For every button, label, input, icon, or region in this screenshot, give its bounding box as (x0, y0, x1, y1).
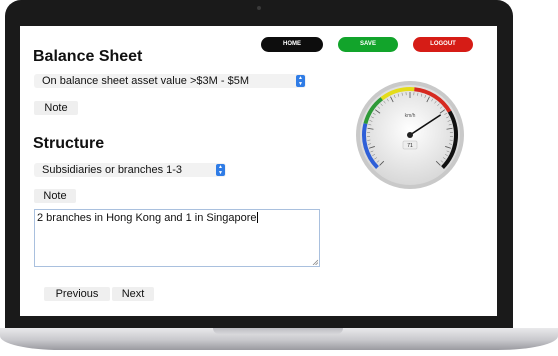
balance-sheet-title: Balance Sheet (33, 48, 143, 65)
structure-title: Structure (33, 135, 105, 152)
select-arrows-icon: ▲ ▼ (296, 75, 305, 87)
gauge-hub (407, 132, 413, 138)
logout-button[interactable]: LOGOUT (413, 37, 473, 52)
balance-sheet-select-value: On balance sheet asset value >$3M - $5M (42, 75, 249, 87)
app-screen: HOME SAVE LOGOUT Balance Sheet On balanc… (20, 26, 497, 316)
home-button[interactable]: HOME (261, 37, 323, 52)
laptop-notch (213, 328, 343, 334)
resize-grip-icon[interactable] (312, 259, 318, 265)
text-cursor (256, 212, 258, 223)
speed-gauge: km/h 71 (356, 81, 464, 189)
structure-select-value: Subsidiaries or branches 1-3 (42, 164, 183, 176)
structure-note-button[interactable]: Note (34, 189, 76, 203)
structure-note-textarea[interactable]: 2 branches in Hong Kong and 1 in Singapo… (34, 209, 320, 267)
gauge-unit-label: km/h (405, 113, 416, 119)
structure-select[interactable]: Subsidiaries or branches 1-3 ▲ ▼ (34, 163, 226, 177)
next-button[interactable]: Next (112, 287, 154, 301)
save-button[interactable]: SAVE (338, 37, 398, 52)
select-arrows-icon: ▲ ▼ (216, 164, 225, 176)
gauge-value-label: 71 (407, 143, 413, 149)
camera (257, 6, 261, 10)
balance-sheet-select[interactable]: On balance sheet asset value >$3M - $5M … (34, 74, 306, 88)
previous-button[interactable]: Previous (44, 287, 110, 301)
balance-sheet-note-button[interactable]: Note (34, 101, 78, 115)
structure-note-text: 2 branches in Hong Kong and 1 in Singapo… (37, 212, 257, 224)
